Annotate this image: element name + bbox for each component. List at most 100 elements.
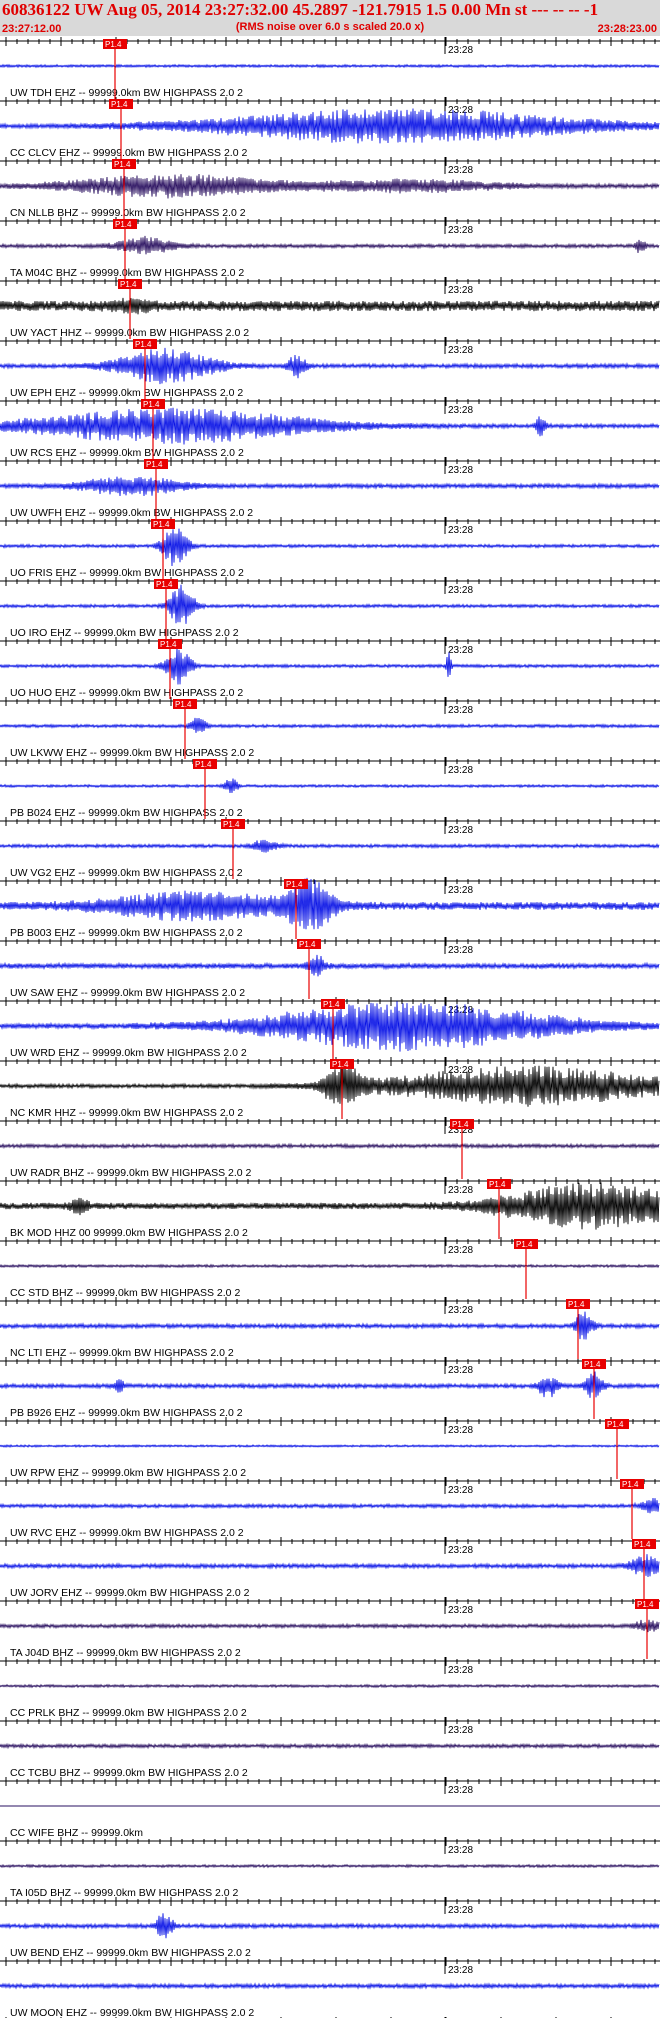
station-label: CC CLCV EHZ -- 99999.0km BW HIGHPASS 2.0… [10,147,247,159]
p-pick-label: P1.4 [584,1360,601,1369]
waveform-trace [0,297,660,315]
minute-label: 23:28 [448,945,473,956]
p-pick-label: P1.4 [143,400,160,409]
minute-label: 23:28 [448,525,473,536]
station-label: UW RPW EHZ -- 99999.0km BW HIGHPASS 2.0 … [10,1467,246,1479]
station-label: PB B003 EHZ -- 99999.0km BW HIGHPASS 2.0… [10,927,243,939]
minute-label: 23:28 [448,465,473,476]
p-pick-label: P1.4 [299,940,316,949]
p-pick-label: P1.4 [452,1120,469,1129]
minute-label: 23:28 [448,225,473,236]
waveform-trace [0,1497,660,1514]
p-pick-label: P1.4 [607,1420,624,1429]
station-label: UW RCS EHZ -- 99999.0km BW HIGHPASS 2.0 … [10,447,244,459]
station-label: UW MOON EHZ -- 99999.0km BW HIGHPASS 2.0… [10,2007,254,2018]
waveform-trace [0,347,660,385]
p-pick-label: P1.4 [332,1060,349,1069]
station-label: NC KMR HHZ -- 99999.0km BW HIGHPASS 2.0 … [10,1107,243,1119]
p-pick-label: P1.4 [111,100,128,109]
waveform-trace [0,1311,660,1340]
minute-label: 23:28 [448,285,473,296]
station-label: UW EPH EHZ -- 99999.0km BW HIGHPASS 2.0 … [10,387,243,399]
waveform-trace [0,63,660,69]
p-pick-label: P1.4 [637,1600,654,1609]
station-label: UO HUO EHZ -- 99999.0km BW HIGHPASS 2.0 … [10,687,243,699]
waveform-trace [0,778,660,793]
minute-label: 23:28 [448,105,473,116]
minute-label: 23:28 [448,585,473,596]
minute-label: 23:28 [448,1665,473,1676]
station-label: TA M04C BHZ -- 99999.0km BW HIGHPASS 2.0… [10,267,244,279]
minute-label: 23:28 [448,1305,473,1316]
waveform-trace [0,584,660,624]
station-label: PB B024 EHZ -- 99999.0km BW HIGHPASS 2.0… [10,807,243,819]
p-pick-label: P1.4 [323,1000,340,1009]
minute-label: 23:28 [448,1545,473,1556]
minute-label: 23:28 [448,1605,473,1616]
minute-label: 23:28 [448,885,473,896]
station-label: UW VG2 EHZ -- 99999.0km BW HIGHPASS 2.0 … [10,867,243,879]
minute-label: 23:28 [448,1905,473,1916]
p-pick-label: P1.4 [568,1300,585,1309]
minute-label: 23:28 [448,1365,473,1376]
p-pick-label: P1.4 [622,1480,639,1489]
minute-label: 23:28 [448,1965,473,1976]
waveform-trace [0,1371,660,1398]
p-pick-label: P1.4 [516,1240,533,1249]
minute-label: 23:28 [448,345,473,356]
waveform-trace [0,717,660,733]
waveform-trace [0,1063,660,1109]
minute-label: 23:28 [448,1485,473,1496]
waveform-trace [0,877,660,930]
station-label: BK MOD HHZ 00 99999.0km BW HIGHPASS 2.0 … [10,1227,248,1239]
p-pick-label: P1.4 [160,640,177,649]
station-label: TA I05D BHZ -- 99999.0km BW HIGHPASS 2.0… [10,1887,239,1899]
station-label: CN NLLB BHZ -- 99999.0km BW HIGHPASS 2.0… [10,207,246,219]
p-pick-label: P1.4 [153,520,170,529]
station-label: UW RVC EHZ -- 99999.0km BW HIGHPASS 2.0 … [10,1527,244,1539]
station-label: UW TDH EHZ -- 99999.0km BW HIGHPASS 2.0 … [10,87,243,99]
p-pick-label: P1.4 [120,280,137,289]
minute-label: 23:28 [448,1425,473,1436]
p-pick-label: P1.4 [286,880,303,889]
station-label: UO IRO EHZ -- 99999.0km BW HIGHPASS 2.0 … [10,627,239,639]
p-pick-label: P1.4 [489,1180,506,1189]
p-pick-label: P1.4 [195,760,212,769]
waveform-trace [0,407,660,445]
waveform-trace [0,235,660,255]
station-label: TA J04D BHZ -- 99999.0km BW HIGHPASS 2.0… [10,1647,241,1659]
p-pick-label: P1.4 [175,700,192,709]
p-pick-label: P1.4 [223,820,240,829]
waveform-trace [0,1142,660,1150]
waveform-trace [0,1444,660,1449]
waveform-trace [0,108,660,144]
station-label: CC STD BHZ -- 99999.0km BW HIGHPASS 2.0 … [10,1287,240,1299]
station-label: UW JORV EHZ -- 99999.0km BW HIGHPASS 2.0… [10,1587,250,1599]
minute-label: 23:28 [448,1065,473,1076]
waveform-trace [0,647,660,685]
p-pick-label: P1.4 [105,40,122,49]
station-label: UW UWFH EHZ -- 99999.0km BW HIGHPASS 2.0… [10,507,253,519]
station-label: UW BEND EHZ -- 99999.0km BW HIGHPASS 2.0… [10,1947,251,1959]
waveform-trace [0,1554,660,1578]
minute-label: 23:28 [448,825,473,836]
station-label: UW WRD EHZ -- 99999.0km BW HIGHPASS 2.0 … [10,1047,247,1059]
minute-label: 23:28 [448,645,473,656]
p-pick-label: P1.4 [135,340,152,349]
station-label: UW SAW EHZ -- 99999.0km BW HIGHPASS 2.0 … [10,987,245,999]
station-label: UW LKWW EHZ -- 99999.0km BW HIGHPASS 2.0… [10,747,254,759]
plot-header: 60836122 UW Aug 05, 2014 23:27:32.00 45.… [0,0,660,36]
minute-label: 23:28 [448,1725,473,1736]
end-time-label: 23:28:23.00 [597,23,657,35]
station-label: CC WIFE BHZ -- 99999.0km [10,1827,143,1839]
waveform-trace [0,839,660,853]
waveform-trace [0,954,660,977]
minute-label: 23:28 [448,1245,473,1256]
waveform-trace [0,1913,660,1939]
waveform-trace [0,528,660,567]
station-label: CC PRLK BHZ -- 99999.0km BW HIGHPASS 2.0… [10,1707,247,1719]
waveform-trace [0,1619,660,1633]
waveform-trace [0,1863,660,1869]
scaling-note: (RMS noise over 6.0 s scaled 20.0 x) [235,21,425,33]
seismogram-panel: 23:28 23:28 23:28 23:28 23:28 23:28 23:28 23:28… [0,37,660,2018]
